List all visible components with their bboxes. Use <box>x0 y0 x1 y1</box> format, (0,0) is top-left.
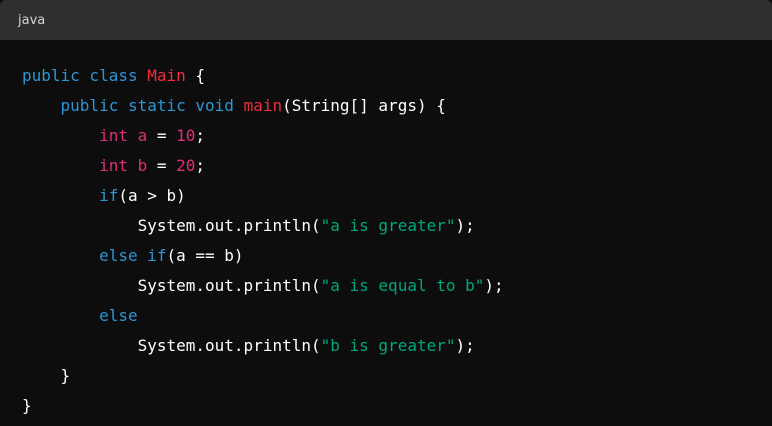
code-token: else if <box>99 246 167 265</box>
code-line: System.out.println("a is greater"); <box>22 211 504 241</box>
code-line: public static void main(String[] args) { <box>22 91 504 121</box>
code-token: if <box>99 186 119 205</box>
code-block-header: java <box>0 0 772 40</box>
code-token: public static void <box>60 96 244 115</box>
code-token: } <box>22 396 32 415</box>
code-token: int <box>99 126 128 145</box>
code-token: main <box>243 96 283 115</box>
code-token: ); <box>455 216 475 235</box>
code-token: a <box>137 126 148 145</box>
code-token: ; <box>195 156 206 175</box>
code-token: "a is greater" <box>320 216 456 235</box>
code-line: else <box>22 301 504 331</box>
code-line: else if(a == b) <box>22 241 504 271</box>
code-token: = <box>147 156 177 175</box>
code-content[interactable]: public class Main { public static void m… <box>22 61 504 421</box>
code-token: ); <box>455 336 475 355</box>
code-token: int <box>99 156 128 175</box>
language-label: java <box>18 12 46 28</box>
code-token: { <box>185 66 206 85</box>
code-token: (String[] args) { <box>282 96 446 115</box>
code-token: System.out.println( <box>22 216 321 235</box>
code-token: "a is equal to b" <box>320 276 485 295</box>
code-line: int a = 10; <box>22 121 504 151</box>
code-token: 10 <box>176 126 196 145</box>
code-token: System.out.println( <box>22 336 321 355</box>
code-line: } <box>22 391 504 421</box>
code-line: System.out.println("a is equal to b"); <box>22 271 504 301</box>
code-line: public class Main { <box>22 61 504 91</box>
code-token: ); <box>484 276 504 295</box>
code-token: b <box>137 156 148 175</box>
code-line: if(a > b) <box>22 181 504 211</box>
code-token: "b is greater" <box>320 336 456 355</box>
code-token: else <box>99 306 138 325</box>
code-token: System.out.println( <box>22 276 321 295</box>
code-token: ; <box>195 126 206 145</box>
code-token: } <box>22 366 71 385</box>
code-token: (a == b) <box>166 246 244 265</box>
code-line: System.out.println("b is greater"); <box>22 331 504 361</box>
code-token: 20 <box>176 156 196 175</box>
code-token: public class <box>22 66 148 85</box>
code-line: } <box>22 361 504 391</box>
code-line: int b = 20; <box>22 151 504 181</box>
code-token: Main <box>147 66 186 85</box>
code-token: = <box>147 126 177 145</box>
code-token: (a > b) <box>118 186 186 205</box>
code-block: java public class Main { public static v… <box>0 0 772 426</box>
